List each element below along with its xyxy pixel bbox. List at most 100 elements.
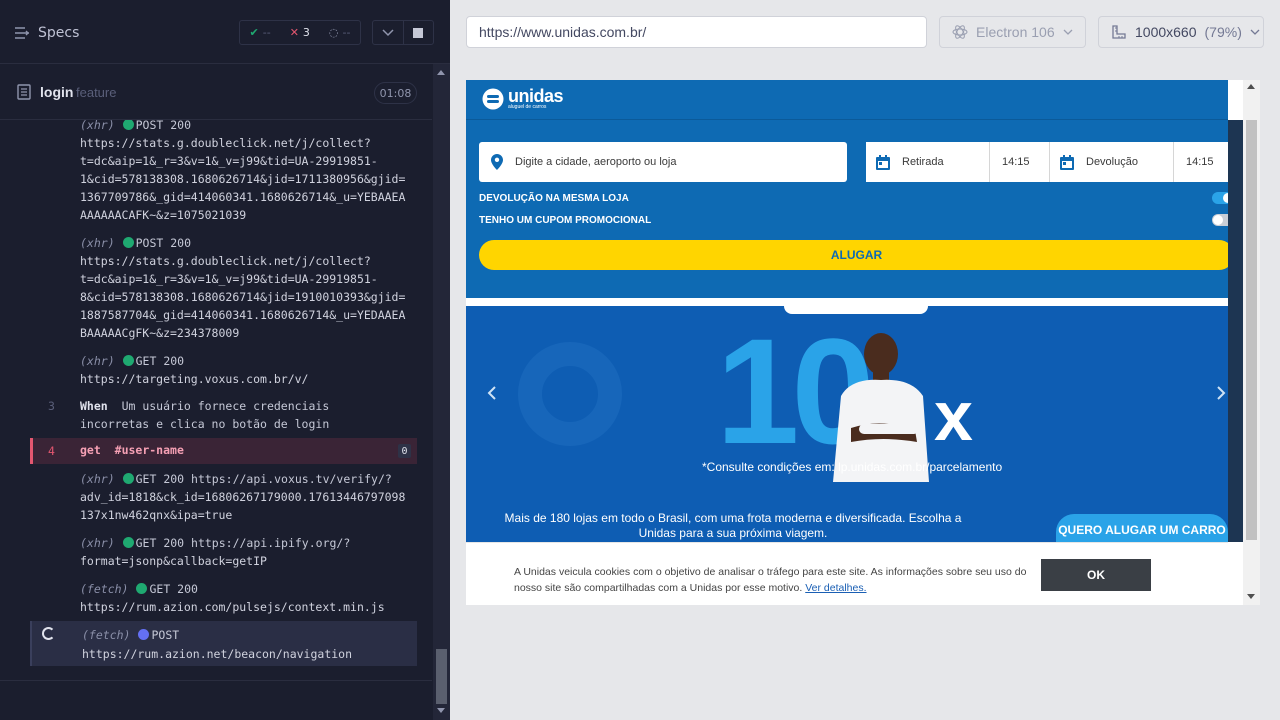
log-tag: (xhr) [80,120,115,132]
location-pin-icon [491,154,503,170]
log-url-line: https://stats.g.doubleclick.net/j/collec… [80,254,371,268]
reporter-scrollbar[interactable] [433,64,450,720]
booking-form: Digite a cidade, aeroporto ou loja Retir… [466,120,1234,298]
url-bar[interactable]: https://www.unidas.com.br/ [466,16,927,48]
city-placeholder: Digite a cidade, aeroporto ou loja [515,156,677,168]
pending-icon: ◌ [328,26,339,39]
stop-icon [413,27,424,38]
log-url-line: adv_id=1818&ck_id=16806267179000.1761344… [80,490,406,504]
cookie-ok-button[interactable]: OK [1041,559,1151,591]
logo-word: unidas [508,86,564,106]
cookie-details-link[interactable]: Ver detalhes. [805,582,866,594]
runner-controls [372,20,434,45]
log-entry[interactable]: (xhr) GET 200 https://targeting.voxus.com… [30,352,417,388]
chevron-down-icon [1250,29,1260,35]
status-dot [122,120,134,130]
banner-next-button[interactable] [1214,384,1228,402]
calendar-icon [876,154,890,170]
page-scrollbar[interactable] [1243,80,1260,605]
status-dot [122,237,134,248]
same-store-toggle-row: DEVOLUÇÃO NA MESMA LOJA [479,190,1234,206]
log-entry[interactable]: (xhr) POST 200 https://stats.g.doubleclic… [30,234,417,344]
log-url-line: AAAAAACAFK~&z=1075021039 [80,208,247,222]
city-search-input[interactable]: Digite a cidade, aeroporto ou loja [479,142,847,182]
menu-icon [15,27,29,39]
log-entry[interactable]: (xhr) POST 200 https://stats.g.doubleclic… [30,120,417,226]
status-dot [138,629,150,640]
pickup-time: 14:15 [1002,156,1030,168]
status-dot [122,355,134,366]
pickup-time-field[interactable]: 14:15 [990,142,1050,182]
command-log: (xhr) POST 200 https://stats.g.doubleclic… [0,120,432,680]
banner-prev-button[interactable] [484,384,498,402]
log-url-line: 1367709786&_gid=414060341.1680626714&_u=… [80,190,406,204]
banner-disclaimer: *Consulte condições em: lp.unidas.com.br… [702,460,1003,474]
log-method: GET 200 [135,354,185,368]
chevron-left-icon [487,386,496,400]
step-when[interactable]: 3 When Um usuário fornece credenciais in… [30,397,417,433]
scrollbar-thumb[interactable] [436,649,447,704]
step-text: Um usuário fornece credenciais [121,399,330,413]
coupon-label: TENHO UM CUPOM PROMOCIONAL [479,214,652,226]
return-date-field[interactable]: Devolução [1050,142,1174,182]
unidas-logo-icon [482,88,504,110]
log-tag: (xhr) [80,472,115,486]
banner-person-image [833,333,929,482]
document-icon [17,84,31,100]
passed-stat: ✔ -- [250,26,271,39]
spec-duration: 01:08 [374,82,417,104]
spec-name: login [40,84,74,100]
log-url-line: format=jsonp&callback=getIP [80,554,267,568]
scroll-up-icon[interactable] [1247,84,1255,89]
step-keyword: When [80,399,108,413]
log-method: GET 200 [135,536,185,550]
cookie-message: A Unidas veicula cookies com o objetivo … [514,566,1027,594]
promo-banner: 10 x *Consulte condições em: lp.unidas.c… [466,306,1228,482]
rent-button[interactable]: ALUGAR [479,240,1234,270]
scroll-down-icon[interactable] [1247,594,1255,599]
pending-count: -- [342,26,351,39]
chevron-down-button[interactable] [373,21,404,44]
viewport-selector[interactable]: 1000x660 (79%) [1098,16,1264,48]
info-text: Mais de 180 lojas em todo o Brasil, com … [504,511,962,540]
banner-x: x [934,377,973,455]
scroll-down-icon[interactable] [437,708,445,713]
status-dot [122,537,134,548]
specs-toggle-button[interactable]: Specs [14,20,79,46]
stop-button[interactable] [404,21,434,44]
log-entry[interactable]: (fetch) GET 200 https://rum.azion.com/pul… [30,580,417,616]
specs-label: Specs [38,25,80,41]
step-text: incorretas e clica no botão de login [80,417,330,431]
reporter-footer [0,680,432,720]
log-entry[interactable]: (xhr) GET 200 https://api.voxus.tv/verify… [30,470,417,524]
step-number: 4 [48,444,55,458]
log-tag: (xhr) [80,236,115,250]
log-entry[interactable]: (xhr) GET 200 https://api.ipify.org/? for… [30,534,417,570]
check-icon: ✔ [249,26,259,39]
scrollbar-thumb[interactable] [1246,120,1257,540]
failing-command[interactable]: 4 get #user-name 0 [30,438,417,464]
log-tag: (fetch) [80,582,129,596]
log-method: GET 200 [135,472,185,486]
browser-selector[interactable]: Electron 106 [939,16,1086,48]
pending-stat: ◌ -- [329,26,351,39]
status-dot [122,473,134,484]
log-url-line: 1887587704&_gid=414060341.1680626714&_u=… [80,308,406,322]
pickup-date-field[interactable]: Retirada [866,142,990,182]
scroll-up-icon[interactable] [437,70,445,75]
zoom-level: (79%) [1204,24,1242,40]
log-url-line: 8&cid=578138308.1680626714&jid=191001039… [80,290,406,304]
site-header: unidas aluguel de carros [466,80,1228,120]
pending-log-entry[interactable]: (fetch) POST https://rum.azion.net/beacon… [30,621,417,666]
banner-decoration [518,342,622,446]
electron-icon [952,25,968,39]
x-icon: ✕ [289,26,299,39]
cookie-text: A Unidas veicula cookies com o objetivo … [514,564,1034,596]
unidas-logo[interactable]: unidas aluguel de carros [482,86,564,110]
return-time: 14:15 [1186,156,1214,168]
log-url-line: https://api.voxus.tv/verify/? [191,472,392,486]
switch-knob [1213,215,1223,225]
log-method: POST 200 [135,236,192,250]
return-time-field[interactable]: 14:15 [1174,142,1233,182]
chevron-right-icon [1216,386,1225,400]
